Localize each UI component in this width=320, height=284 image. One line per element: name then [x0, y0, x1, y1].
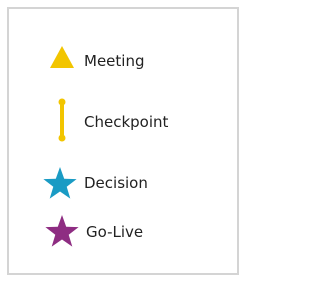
legend-label-go-live: Go-Live — [86, 223, 144, 241]
go-live-marker — [45, 215, 79, 247]
legend-item-go-live: Go-Live — [0, 0, 247, 284]
star-icon — [45, 215, 79, 247]
